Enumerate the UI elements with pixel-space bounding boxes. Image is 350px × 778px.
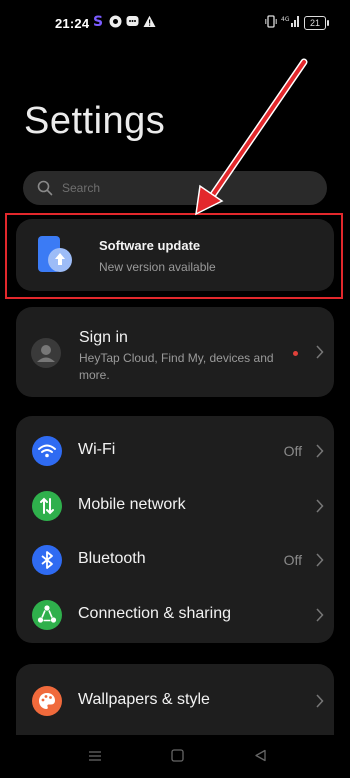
wifi-icon (32, 436, 62, 466)
bluetooth-icon (32, 545, 62, 575)
mobile-network-label: Mobile network (78, 496, 186, 513)
network-card: Wi-Fi Off Mobile network Bluetooth Off C… (16, 416, 334, 643)
bluetooth-label: Bluetooth (78, 550, 146, 567)
chevron-right-icon (315, 694, 324, 713)
connection-sharing-icon (32, 600, 62, 630)
chevron-right-icon (315, 499, 324, 518)
palette-icon (32, 686, 62, 716)
sign-in-title: Sign in (79, 329, 128, 346)
bluetooth-item[interactable]: Bluetooth Off (16, 533, 334, 587)
sign-in-card[interactable]: Sign in HeyTap Cloud, Find My, devices a… (16, 307, 334, 397)
chevron-right-icon (315, 608, 324, 627)
wifi-status: Off (283, 443, 302, 459)
navigation-bar (0, 735, 350, 778)
back-nav-icon[interactable] (254, 749, 267, 767)
chevron-right-icon (315, 345, 324, 364)
mobile-network-icon (32, 491, 62, 521)
connection-sharing-label: Connection & sharing (78, 605, 231, 622)
sign-in-subtitle: HeyTap Cloud, Find My, devices and more. (79, 351, 274, 382)
mobile-network-item[interactable]: Mobile network (16, 479, 334, 533)
connection-sharing-item[interactable]: Connection & sharing (16, 588, 334, 642)
chevron-right-icon (315, 444, 324, 463)
menu-nav-icon[interactable] (88, 749, 102, 767)
wifi-item[interactable]: Wi-Fi Off (16, 424, 334, 478)
wifi-label: Wi-Fi (78, 441, 116, 458)
wallpapers-style-label: Wallpapers & style (78, 691, 210, 708)
avatar (31, 338, 61, 368)
home-nav-icon[interactable] (171, 749, 184, 767)
wallpapers-style-item[interactable]: Wallpapers & style (16, 674, 334, 728)
chevron-right-icon (315, 553, 324, 572)
bluetooth-status: Off (283, 552, 302, 568)
notification-dot (293, 351, 298, 356)
